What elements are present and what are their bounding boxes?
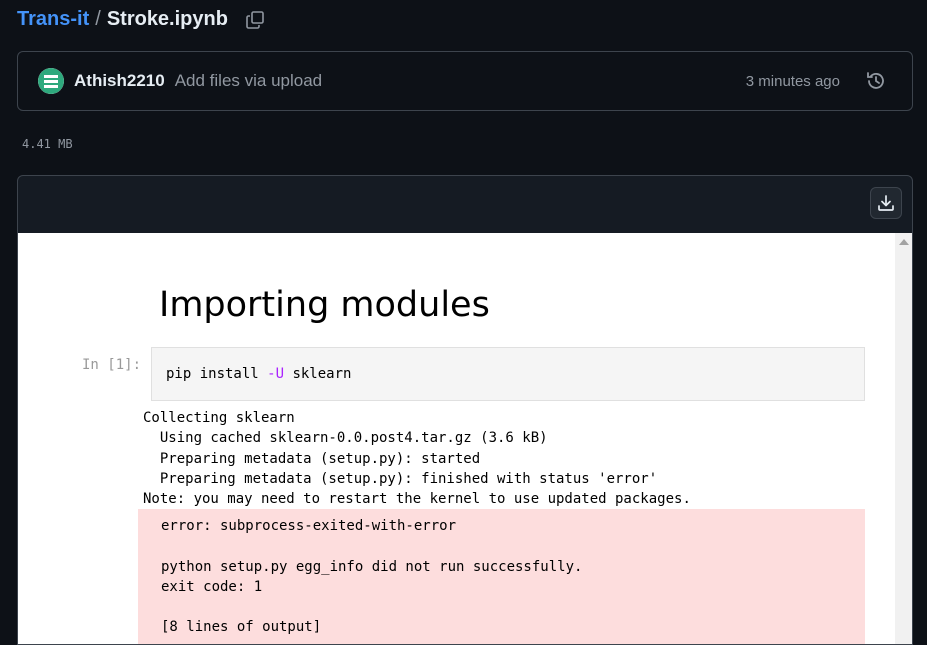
input-prompt: In [1]: xyxy=(82,357,142,373)
scroll-up-arrow-icon[interactable] xyxy=(899,239,909,245)
notebook-heading: Importing modules xyxy=(159,285,490,325)
avatar[interactable] xyxy=(38,68,64,94)
history-button[interactable] xyxy=(864,69,888,93)
notebook-render: Importing modules In [1]: pip install -U… xyxy=(18,233,895,644)
commit-time: 3 minutes ago xyxy=(745,72,840,90)
error-line: python setup.py egg_info did not run suc… xyxy=(161,558,583,575)
code-argument: sklearn xyxy=(284,366,352,382)
copy-path-button[interactable] xyxy=(244,9,266,31)
download-button[interactable] xyxy=(870,187,902,219)
output-line: Collecting sklearn xyxy=(143,410,295,426)
download-icon xyxy=(878,195,894,211)
output-line: Preparing metadata (setup.py): started xyxy=(143,450,481,467)
error-output: error: subprocess-exited-with-error pyth… xyxy=(138,509,865,644)
latest-commit-bar: Athish2210 Add files via upload 3 minute… xyxy=(17,51,913,111)
copy-icon xyxy=(246,10,264,29)
code-flag: -U xyxy=(267,366,285,382)
history-icon xyxy=(867,72,884,89)
code-command: pip install xyxy=(166,366,268,382)
code-cell: pip install -U sklearn xyxy=(151,347,865,401)
breadcrumb: Trans-it / Stroke.ipynb xyxy=(17,8,266,31)
file-size: 4.41 MB xyxy=(22,137,73,151)
output-line: Note: you may need to restart the kernel… xyxy=(143,491,691,508)
file-name: Stroke.ipynb xyxy=(106,8,228,30)
identicon-icon xyxy=(38,68,64,94)
file-viewer-header xyxy=(18,176,912,234)
error-line: exit code: 1 xyxy=(161,578,263,595)
commit-message[interactable]: Add files via upload xyxy=(175,71,322,91)
output-line: Using cached sklearn-0.0.post4.tar.gz (3… xyxy=(143,430,548,447)
error-line: error: subprocess-exited-with-error xyxy=(161,518,457,534)
vertical-scrollbar[interactable] xyxy=(895,233,912,644)
commit-author[interactable]: Athish2210 xyxy=(74,71,165,91)
output-line: Preparing metadata (setup.py): finished … xyxy=(143,470,658,487)
breadcrumb-separator: / xyxy=(95,8,101,30)
repo-link[interactable]: Trans-it xyxy=(17,8,89,31)
error-line: [8 lines of output] xyxy=(161,619,322,636)
file-viewer: Importing modules In [1]: pip install -U… xyxy=(17,175,913,645)
cell-output: Collecting sklearn Using cached sklearn-… xyxy=(143,408,691,509)
